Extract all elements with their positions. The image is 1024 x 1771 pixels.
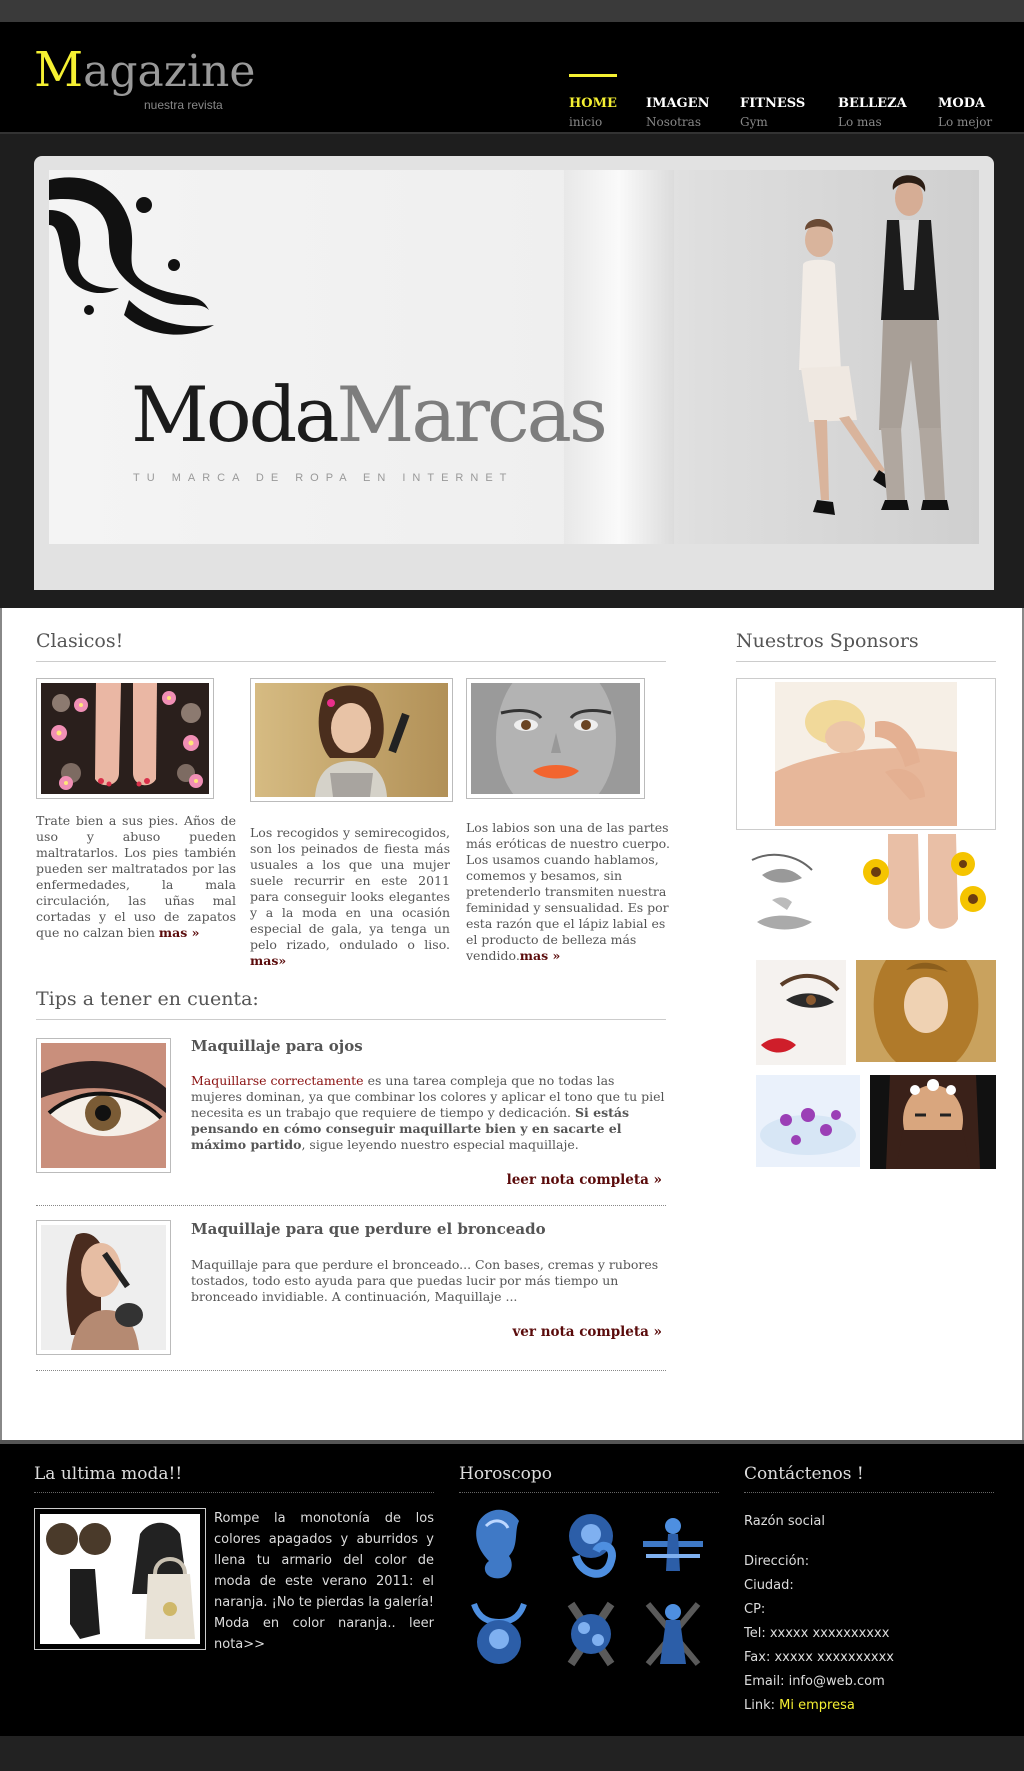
nav-label: IMAGEN [646,96,710,111]
nav-sublabel: Nosotras [646,115,701,129]
hero-brand-title: ModaMarcas [131,370,608,459]
hero-models-illustration-icon [799,175,949,515]
logo-first-letter: M [34,42,84,98]
makeup-brush-woman-image-icon [41,1225,166,1350]
contact-fax: Fax: xxxxx xxxxxxxxxx [744,1650,894,1665]
clasicos-text-2: Los recogidos y semirecogidos, son los p… [250,825,450,969]
contact-razon: Razón social [744,1514,825,1529]
contact-ciudad: Ciudad: [744,1578,794,1593]
hair-thumbnail[interactable] [250,678,453,802]
libra-icon[interactable] [638,1506,708,1586]
taurus-icon[interactable] [464,1594,534,1674]
nav-sublabel: Lo mejor [938,115,993,129]
mi-empresa-link[interactable]: Mi empresa [779,1698,855,1713]
hero-tagline: TU MARCA DE ROPA EN INTERNET [133,472,514,484]
eyes-thumbnail[interactable] [36,1038,171,1173]
ver-nota-link[interactable]: ver nota completa » [512,1324,662,1340]
contact-title: Contáctenos ! [744,1464,864,1484]
contact-cp: CP: [744,1602,766,1617]
tip-divider-2 [36,1370,666,1371]
clasicos-text: Trate bien a sus pies. Años de uso y abu… [36,813,236,940]
massage-image-icon [775,682,957,826]
sponsor-face-sketch-icon[interactable] [742,840,842,940]
contact-link-row: Link: Mi empresa [744,1698,855,1713]
mas-link[interactable]: mas» [250,953,286,968]
contact-direccion: Dirección: [744,1554,810,1569]
tip-1-body: Maquillarse correctamente es una tarea c… [191,1073,666,1153]
eye-makeup-image-icon [41,1043,166,1168]
site-header: Magazine nuestra revista HOME inicio IMA… [0,22,1024,132]
moda-text: Rompe la monotonía de los colores apagad… [214,1511,434,1652]
hair-woman-image-icon [255,683,448,797]
hero-banner-image[interactable]: ModaMarcas TU MARCA DE ROPA EN INTERNET [49,170,979,544]
cancer-icon[interactable] [556,1594,626,1674]
hero-band: ModaMarcas TU MARCA DE ROPA EN INTERNET [0,132,1024,608]
horoscopo-title: Horoscopo [459,1464,553,1484]
feet-thumbnail[interactable] [36,678,214,799]
brand-part-b: Marcas [336,370,608,459]
ornament-swirl-icon [49,177,214,335]
nav-sublabel: Gym [740,115,768,129]
sponsor-spa-banner[interactable] [736,678,996,830]
sponsor-venus-painting-icon[interactable] [856,960,996,1062]
moda-divider [34,1492,434,1493]
active-indicator [569,74,617,77]
hero-frame: ModaMarcas TU MARCA DE ROPA EN INTERNET [34,156,994,590]
clasicos-text-1: Trate bien a sus pies. Años de uso y abu… [36,813,236,941]
brand-part-a: Moda [131,370,340,459]
sponsors-divider [736,661,996,662]
bottom-bar [0,1736,1024,1771]
sponsor-petals-bowl-icon[interactable] [756,1075,860,1167]
mas-link[interactable]: mas » [520,948,561,963]
capricorn-icon[interactable] [464,1506,534,1586]
face-lips-image-icon [471,658,640,818]
mas-link[interactable]: mas » [159,925,200,940]
clasicos-text: Los recogidos y semirecogidos, son los p… [250,825,450,952]
leo-icon[interactable] [556,1506,626,1586]
clasicos-divider [36,661,666,662]
bags-shoes-image-icon [40,1514,200,1644]
tip-1-inline-link[interactable]: Maquillarse correctamente [191,1073,364,1088]
contact-link-label: Link: [744,1698,780,1713]
bronze-thumbnail[interactable] [36,1220,171,1355]
logo-text: agazine [83,46,256,97]
clasicos-text-3: Los labios son una de las partes más eró… [466,820,670,964]
contact-tel: Tel: xxxxx xxxxxxxxxx [744,1626,890,1641]
nav-label: MODA [938,96,986,111]
tip-1-title[interactable]: Maquillaje para ojos [191,1037,363,1055]
feet-flowers-image-icon [41,683,209,794]
clasicos-text: Los labios son una de las partes más eró… [466,820,670,963]
logo-subtitle: nuestra revista [144,98,223,112]
tip-divider-1 [36,1205,666,1206]
tip-2-body: Maquillaje para que perdure el bronceado… [191,1257,659,1304]
tips-title: Tips a tener en cuenta: [36,988,259,1010]
tip-2-title[interactable]: Maquillaje para que perdure el bronceado [191,1220,546,1238]
nav-label: FITNESS [740,96,806,111]
hero-column [564,170,674,544]
horoscopo-divider [459,1492,719,1493]
nav-label: BELLEZA [838,96,907,111]
sponsor-feet-flowers-icon[interactable] [848,834,993,939]
contact-divider [744,1492,994,1493]
top-strip [0,0,1024,22]
main-content: Clasicos! Trate bien a sus pies. Años de… [0,608,1024,1440]
sponsor-veiled-woman-icon[interactable] [870,1075,996,1169]
sponsors-title: Nuestros Sponsors [736,630,919,652]
nav-sublabel: Lo mas [838,115,882,129]
lips-thumbnail[interactable] [466,658,645,818]
sponsor-eye-lips-icon[interactable] [756,960,846,1065]
virgo-icon[interactable] [638,1594,708,1674]
nav-label: HOME [569,96,617,111]
nav-sublabel: inicio [569,115,603,129]
tips-divider [36,1019,666,1020]
leer-nota-link[interactable]: leer nota completa » [507,1172,662,1188]
site-footer: La ultima moda!! Rompe la monotonía de l… [0,1440,1024,1736]
moda-title: La ultima moda!! [34,1464,183,1484]
clasicos-title: Clasicos! [36,630,124,652]
site-logo[interactable]: Magazine [34,42,255,98]
contact-email[interactable]: Email: info@web.com [744,1674,885,1689]
tip-1-tail: , sigue leyendo nuestro especial maquill… [301,1137,579,1152]
moda-thumbnail[interactable] [34,1508,206,1650]
